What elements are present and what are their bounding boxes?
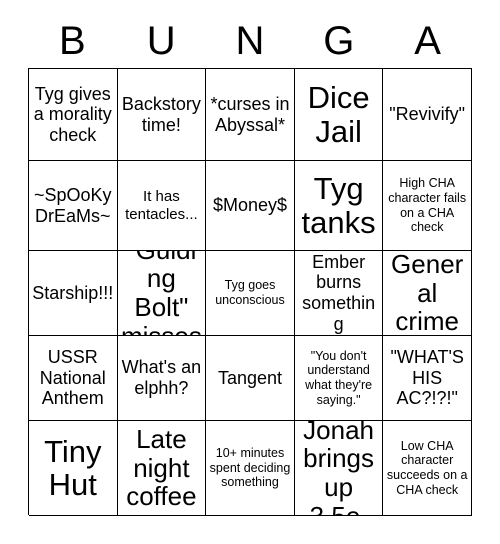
bingo-cell-label: Starship!!! [32, 282, 114, 303]
bingo-cell-label: Tyg gives a morality check [33, 83, 112, 145]
bingo-cell-label: ~SpOoKy DrEaMs~ [34, 184, 112, 226]
bingo-cell-label: General crime [391, 251, 464, 336]
bingo-cell[interactable]: Tyg tanks [294, 161, 384, 251]
header-letter-a: A [414, 19, 441, 63]
bingo-cell-label: "Guiding Bolt" misses [120, 251, 202, 336]
header-letter-b: B [59, 19, 86, 63]
bingo-cell-label: Tyg goes unconscious [215, 278, 285, 307]
bingo-cell-label: Late night coffee [126, 424, 197, 512]
bingo-cell-label: USSR National Anthem [39, 347, 106, 409]
bingo-cell-label: Tangent [217, 367, 283, 388]
bingo-cell[interactable]: High CHA character fails on a CHA check [383, 161, 472, 251]
bingo-cell[interactable]: Late night coffee [117, 421, 207, 516]
bingo-cell[interactable]: It has tentacles... [117, 161, 207, 251]
bingo-cell[interactable]: "You don't understand what they're sayin… [294, 336, 384, 421]
bingo-cell[interactable]: $Money$ [206, 161, 295, 251]
bingo-cell[interactable]: Tiny Hut [29, 421, 118, 516]
bingo-cell[interactable]: Low CHA character succeeds on a CHA chec… [383, 421, 472, 516]
bingo-cell-label: *curses in Abyssal* [210, 93, 290, 135]
bingo-cell-label: Jonah brings up 3.5e, [303, 421, 375, 516]
header-letter-u: U [146, 19, 176, 63]
bingo-cell[interactable]: *curses in Abyssal* [206, 69, 295, 161]
bingo-cell[interactable]: Ember burns something [294, 251, 384, 336]
bingo-cell[interactable]: Tangent [206, 336, 295, 421]
bingo-cell[interactable]: ~SpOoKy DrEaMs~ [29, 161, 118, 251]
bingo-cell[interactable]: Tyg goes unconscious [206, 251, 295, 336]
bingo-cell[interactable]: "WHAT'S HIS AC?!?!" [383, 336, 472, 421]
bingo-cell-label: Tiny Hut [44, 433, 102, 502]
bingo-cell[interactable]: Jonah brings up 3.5e, [294, 421, 384, 516]
bingo-cell[interactable]: "Revivify" [383, 69, 472, 161]
header-letter-n: N [235, 19, 265, 63]
bingo-cell[interactable]: What's an elphh? [117, 336, 207, 421]
bingo-cell[interactable]: Backstory time! [117, 69, 207, 161]
bingo-cell[interactable]: "Guiding Bolt" misses [117, 251, 207, 336]
bingo-cell-label: High CHA character fails on a CHA check [388, 176, 467, 235]
bingo-cell-label: $Money$ [212, 195, 288, 216]
bingo-cell[interactable]: Tyg gives a morality check [29, 69, 118, 161]
bingo-cell-label: "You don't understand what they're sayin… [305, 348, 373, 407]
bingo-cell-label: "WHAT'S HIS AC?!?!" [390, 347, 464, 409]
bingo-cell-label: Tyg tanks [301, 171, 376, 240]
bingo-header: B U N G A [28, 14, 472, 68]
bingo-cell-label: Dice Jail [307, 80, 370, 149]
bingo-cell-label: Backstory time! [121, 93, 201, 135]
bingo-cell-label: Low CHA character succeeds on a CHA chec… [386, 438, 468, 497]
bingo-cell-label: It has tentacles... [125, 188, 198, 223]
bingo-card: B U N G A Tyg gives a morality check Bac… [0, 0, 500, 544]
bingo-cell[interactable]: USSR National Anthem [29, 336, 118, 421]
bingo-cell[interactable]: Dice Jail [294, 69, 384, 161]
bingo-cell[interactable]: 10+ minutes spent deciding something [206, 421, 295, 516]
bingo-cell[interactable]: General crime [383, 251, 472, 336]
bingo-cell-label: Ember burns something [302, 251, 376, 334]
bingo-cell-label: What's an elphh? [121, 357, 202, 398]
bingo-cell-label: "Revivify" [389, 104, 466, 125]
bingo-cell[interactable]: Starship!!! [29, 251, 118, 336]
bingo-grid: Tyg gives a morality check Backstory tim… [28, 68, 472, 516]
header-letter-g: G [323, 19, 355, 63]
bingo-cell-label: 10+ minutes spent deciding something [209, 445, 291, 490]
